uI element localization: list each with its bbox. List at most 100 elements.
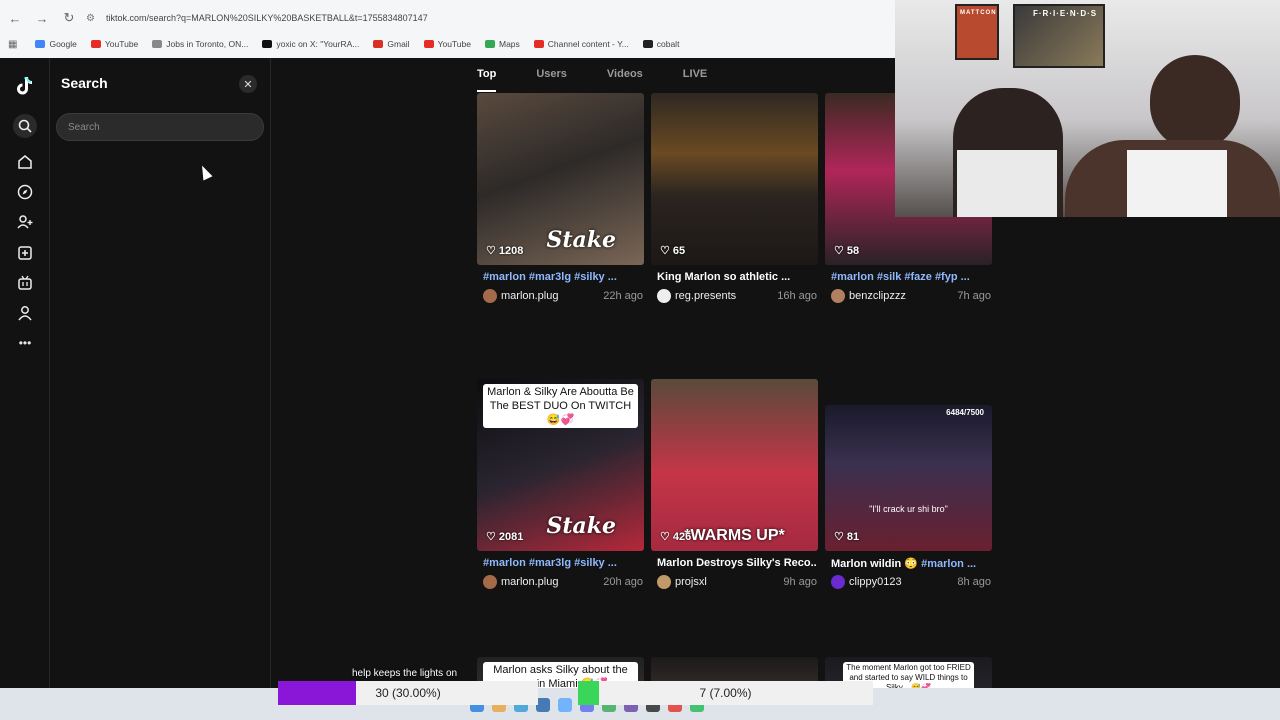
tab-top[interactable]: Top <box>477 68 497 92</box>
profile-icon[interactable] <box>13 301 37 325</box>
like-count-value: 81 <box>846 530 860 543</box>
avatar[interactable] <box>831 575 845 589</box>
video-title-text: Marlon wildin 😳 <box>831 558 922 570</box>
explore-icon[interactable] <box>13 180 37 204</box>
video-title-hashtags: #marlon #mar3lg #silky ... <box>483 557 617 569</box>
avatar[interactable] <box>657 289 671 303</box>
video-title-hashtags: #marlon #mar3lg #silky ... <box>483 271 617 283</box>
bookmark-item[interactable]: yoxic on X: "YourRA... <box>262 39 359 49</box>
video-thumbnail[interactable]: "I'll crack ur shi bro" 6484/7500 ♡ 81 <box>825 405 992 551</box>
video-thumbnail[interactable]: ♡ 65 <box>651 93 818 265</box>
author-name[interactable]: clippy0123 <box>849 576 957 588</box>
bookmark-item[interactable]: cobalt <box>642 39 680 49</box>
avatar[interactable] <box>483 575 497 589</box>
close-icon[interactable]: ✕ <box>239 75 257 93</box>
bookmark-item[interactable]: Google <box>35 39 77 49</box>
person-right-head <box>1150 55 1240 150</box>
video-thumbnail[interactable]: Marlon & Silky Are Aboutta Be The BEST D… <box>477 379 644 551</box>
video-thumbnail[interactable]: Stake ♡ 1208 <box>477 93 644 265</box>
like-count-value: 426 <box>672 530 692 543</box>
author-name[interactable]: marlon.plug <box>501 290 603 302</box>
webcam-overlay: MATTCON F·R·I·E·N·D·S <box>895 0 1280 217</box>
author-name[interactable]: benzclipzzz <box>849 290 957 302</box>
like-count: ♡ 1208 <box>486 244 523 258</box>
stake-logo: Stake <box>546 513 616 539</box>
bookmark-label: Google <box>49 39 77 49</box>
video-title-text: Marlon Destroys Silky's Reco... <box>657 557 817 569</box>
bookmark-item[interactable]: YouTube <box>90 39 139 49</box>
store-icon[interactable] <box>536 698 550 712</box>
heart-icon: ♡ <box>660 531 670 543</box>
video-meta: marlon.plug 22h ago <box>483 289 643 303</box>
bookmark-list: Google YouTube Jobs in Toronto, ON... yoxic… <box>35 39 693 49</box>
bookmark-label: YouTube <box>437 39 471 49</box>
post-time: 7h ago <box>957 290 991 302</box>
video-counter-text: 6484/7500 <box>946 408 984 417</box>
like-count: ♡ 58 <box>834 244 860 258</box>
bookmark-favicon-icon <box>35 40 46 48</box>
bookmark-item[interactable]: Channel content - Y... <box>533 39 629 49</box>
tab-live[interactable]: LIVE <box>683 68 707 92</box>
live-icon[interactable] <box>13 271 37 295</box>
bookmark-label: yoxic on X: "YourRA... <box>276 39 360 49</box>
heart-icon: ♡ <box>486 245 496 257</box>
like-count-value: 2081 <box>498 530 524 543</box>
left-rail: ••• <box>0 58 50 688</box>
search-input[interactable] <box>56 113 264 141</box>
screen: ← → ↻ ⚙ tiktok.com/search?q=MARLON%20SIL… <box>0 0 1280 720</box>
home-icon[interactable] <box>13 150 37 174</box>
app-icon[interactable] <box>558 698 572 712</box>
bookmark-favicon-icon <box>533 40 544 48</box>
bookmark-favicon-icon <box>484 40 495 48</box>
avatar[interactable] <box>831 289 845 303</box>
video-title-text: King Marlon so athletic ... <box>657 271 791 283</box>
poster-right: F·R·I·E·N·D·S <box>1013 4 1105 68</box>
browser-chrome: ← → ↻ ⚙ tiktok.com/search?q=MARLON%20SIL… <box>0 0 895 58</box>
forward-icon[interactable]: → <box>30 6 54 30</box>
bookmark-label: Gmail <box>387 39 410 49</box>
site-info-icon[interactable]: ⚙ <box>86 13 106 24</box>
bookmark-item[interactable]: Gmail <box>373 39 410 49</box>
reload-icon[interactable]: ↻ <box>57 6 81 30</box>
like-count: ♡ 2081 <box>486 530 524 544</box>
tiktok-logo-icon[interactable] <box>13 74 37 98</box>
video-title[interactable]: Marlon wildin 😳 #marlon ... <box>831 557 991 570</box>
upload-icon[interactable] <box>13 241 37 265</box>
following-icon[interactable] <box>13 210 37 234</box>
author-name[interactable]: reg.presents <box>675 290 777 302</box>
goal-bar-left-fill <box>278 681 356 705</box>
video-title[interactable]: #marlon #mar3lg #silky ... <box>483 557 643 569</box>
bookmark-label: YouTube <box>104 39 139 49</box>
bookmark-favicon-icon <box>152 40 163 48</box>
bookmark-label: cobalt <box>656 39 680 49</box>
like-count: ♡ 81 <box>834 530 860 544</box>
bookmark-item[interactable]: YouTube <box>423 39 471 49</box>
video-title[interactable]: King Marlon so athletic ... <box>657 271 817 283</box>
bookmark-item[interactable]: Maps <box>484 39 520 49</box>
post-time: 16h ago <box>777 290 817 302</box>
author-name[interactable]: projsxl <box>675 576 783 588</box>
back-icon[interactable]: ← <box>3 6 27 30</box>
heart-icon: ♡ <box>834 531 844 543</box>
tab-users[interactable]: Users <box>536 68 567 92</box>
video-title-hashtags: #marlon #silk #faze #fyp ... <box>831 271 970 283</box>
apps-grid-icon[interactable]: ▦ <box>8 39 17 50</box>
more-icon[interactable]: ••• <box>13 331 37 355</box>
person-left-shirt <box>957 150 1057 217</box>
video-title[interactable]: Marlon Destroys Silky's Reco... <box>657 557 817 569</box>
result-tabs: Top Users Videos LIVE <box>477 68 747 92</box>
avatar[interactable] <box>483 289 497 303</box>
address-bar[interactable]: ⚙ tiktok.com/search?q=MARLON%20SILKY%20B… <box>86 7 886 29</box>
video-overlay-caption: Marlon & Silky Are Aboutta Be The BEST D… <box>483 384 638 428</box>
video-title[interactable]: #marlon #silk #faze #fyp ... <box>831 271 991 283</box>
avatar[interactable] <box>657 575 671 589</box>
search-icon[interactable] <box>13 114 37 138</box>
video-thumbnail[interactable]: *WARMS UP* ♡ 426 <box>651 379 818 551</box>
tab-videos[interactable]: Videos <box>607 68 643 92</box>
video-title[interactable]: #marlon #mar3lg #silky ... <box>483 271 643 283</box>
like-count-value: 58 <box>846 244 860 257</box>
goal-bar-right: 7 (7.00%) <box>578 681 873 705</box>
author-name[interactable]: marlon.plug <box>501 576 603 588</box>
search-panel: Search ✕ <box>51 58 271 688</box>
bookmark-item[interactable]: Jobs in Toronto, ON... <box>152 39 248 49</box>
